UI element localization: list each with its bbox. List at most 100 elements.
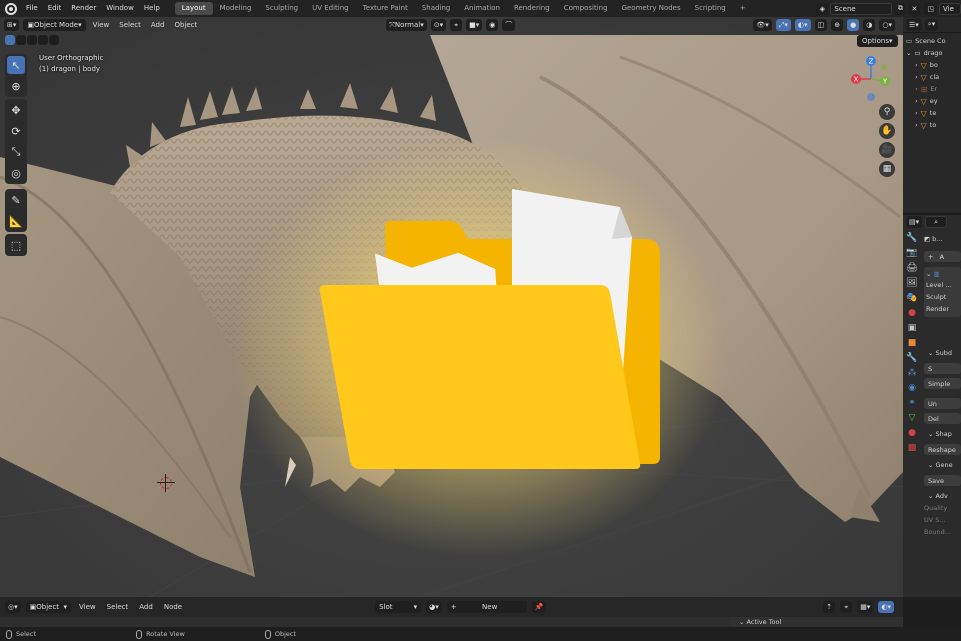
gizmo-toggle-icon[interactable]: ⤢▾ [775, 19, 791, 31]
scene-tab-icon[interactable]: 🎭 [906, 293, 917, 303]
outliner-row[interactable]: ⌄ ▭ drago [906, 47, 958, 59]
physics-tab-icon[interactable]: ◉ [908, 383, 916, 393]
material-tab-icon[interactable]: ● [908, 428, 916, 438]
view-layer-icon[interactable]: ◳ [924, 2, 937, 15]
select-subtract-icon[interactable] [27, 35, 37, 45]
transform-tool-icon[interactable]: ◎ [7, 164, 25, 182]
menu-object[interactable]: Object [171, 21, 200, 29]
menu-help[interactable]: Help [139, 0, 165, 17]
tab-sculpting[interactable]: Sculpting [258, 2, 305, 15]
tab-shading[interactable]: Shading [415, 2, 457, 15]
tab-geometry-nodes[interactable]: Geometry Nodes [615, 2, 688, 15]
new-scene-icon[interactable]: ⧉ [894, 2, 907, 15]
menu-file[interactable]: File [21, 0, 43, 17]
add-modifier-button[interactable]: + A [924, 251, 961, 262]
advanced-panel-header[interactable]: ⌄ Adv [924, 490, 961, 502]
generate-panel-header[interactable]: ⌄ Gene [924, 459, 961, 471]
reshape-button[interactable]: Reshape [924, 444, 961, 455]
pin-icon[interactable]: 📌 [531, 601, 547, 613]
outliner-row[interactable]: › ▽ bo [906, 59, 958, 71]
delete-higher-button[interactable]: Del [924, 413, 961, 424]
select-invert-icon[interactable] [38, 35, 48, 45]
cursor-tool-icon[interactable]: ⊕ [7, 77, 25, 95]
3d-cursor-icon[interactable] [157, 474, 175, 492]
outliner-row[interactable]: › ▽ to [906, 119, 958, 131]
unsubdivide-button[interactable]: Un [924, 398, 961, 409]
new-material-button[interactable]: + New [446, 601, 527, 613]
menu-add[interactable]: Add [148, 21, 168, 29]
properties-search-icon[interactable]: ⌕ [925, 216, 948, 228]
material-shading-icon[interactable]: ◑ [863, 19, 876, 31]
pivot-point-icon[interactable]: ⊙▾ [430, 19, 447, 31]
tab-compositing[interactable]: Compositing [557, 2, 615, 15]
node-menu-node[interactable]: Node [161, 603, 185, 611]
rotate-tool-icon[interactable]: ⟳ [7, 122, 25, 140]
properties-editor-icon[interactable]: ▤▾ [906, 216, 923, 228]
select-extend-icon[interactable] [16, 35, 26, 45]
outliner-row[interactable]: › ⊞ Er [906, 83, 958, 95]
node-snap-target-icon[interactable]: ▦▾ [857, 601, 874, 613]
tab-modeling[interactable]: Modeling [213, 2, 259, 15]
editor-type-icon[interactable]: ⊞▾ [4, 19, 20, 31]
render-tab-icon[interactable]: 📷 [906, 248, 917, 258]
node-menu-view[interactable]: View [76, 603, 99, 611]
options-button[interactable]: Options ▾ [857, 35, 898, 47]
tab-texture-paint[interactable]: Texture Paint [356, 2, 415, 15]
collection-tab-icon[interactable]: ▣ [908, 323, 917, 333]
outliner-filter-icon[interactable]: ⌕▾ [924, 18, 939, 31]
modifier-tab-icon[interactable]: 🔧 [906, 353, 917, 363]
visibility-icon[interactable]: 👁▾ [753, 19, 772, 31]
object-tab-icon[interactable]: ■ [908, 338, 917, 348]
add-workspace-button[interactable]: + [733, 2, 753, 15]
node-menu-add[interactable]: Add [136, 603, 156, 611]
select-box-icon[interactable]: ↖ [7, 56, 25, 74]
snap-node-icon[interactable]: ⌖ [840, 601, 853, 613]
mode-selector[interactable]: ▣ Object Mode ▾ [23, 19, 86, 31]
save-button[interactable]: Save [924, 475, 961, 486]
subdivision-panel-header[interactable]: ⌄ Subd [924, 347, 961, 359]
menu-select[interactable]: Select [116, 21, 144, 29]
3d-viewport[interactable] [0, 17, 903, 597]
outliner-row[interactable]: › ▽ ey [906, 95, 958, 107]
outliner-row[interactable]: › ▽ te [906, 107, 958, 119]
scale-tool-icon[interactable]: ⤡ [7, 143, 25, 161]
xray-icon[interactable]: ◫ [814, 19, 828, 31]
world-tab-icon[interactable]: ● [908, 308, 916, 318]
falloff-icon[interactable]: ⌒ [502, 19, 516, 31]
slot-selector[interactable]: Slot ▾ [375, 601, 422, 613]
outliner-editor-icon[interactable]: ☰▾ [906, 18, 922, 31]
menu-render[interactable]: Render [66, 0, 101, 17]
subdivide-button[interactable]: S [924, 363, 961, 374]
tab-scripting[interactable]: Scripting [688, 2, 733, 15]
rendered-shading-icon[interactable]: ○▾ [879, 19, 895, 31]
camera-view-icon[interactable]: 🎥 [879, 142, 895, 158]
constraints-tab-icon[interactable]: ⚭ [908, 398, 916, 408]
menu-edit[interactable]: Edit [43, 0, 67, 17]
solid-shading-icon[interactable]: ● [847, 19, 860, 31]
shader-editor-type-icon[interactable]: ◎▾ [5, 601, 21, 613]
modifier-header[interactable]: ⌄ ▥ [926, 269, 959, 279]
select-new-icon[interactable] [5, 35, 15, 45]
node-menu-select[interactable]: Select [104, 603, 132, 611]
shape-panel-header[interactable]: ⌄ Shap [924, 428, 961, 440]
output-tab-icon[interactable]: 🖨 [906, 263, 917, 273]
snap-target-icon[interactable]: ■▾ [466, 19, 483, 31]
shader-type-selector[interactable]: ▣ Object ▾ [25, 601, 72, 613]
overlay-toggle-icon[interactable]: ◐▾ [794, 19, 811, 31]
blender-logo-icon[interactable] [5, 2, 17, 15]
wireframe-shading-icon[interactable]: ⊕ [831, 19, 844, 31]
data-tab-icon[interactable]: ▽ [909, 413, 916, 423]
texture-tab-icon[interactable]: ▩ [908, 443, 917, 453]
transform-orientation-selector[interactable]: ⤧ Normal ▾ [386, 19, 427, 31]
view-layer-selector[interactable]: Vie [939, 2, 961, 15]
active-tool-panel[interactable]: ⌄ Active Tool [731, 617, 903, 627]
simple-button[interactable]: Simple [924, 378, 961, 389]
tab-rendering[interactable]: Rendering [507, 2, 557, 15]
move-tool-icon[interactable]: ✥ [7, 101, 25, 119]
object-name-field[interactable]: b... [932, 235, 942, 243]
snap-icon[interactable]: ⌖ [450, 19, 463, 31]
measure-tool-icon[interactable]: 📐 [7, 212, 25, 230]
menu-view[interactable]: View [90, 21, 113, 29]
view-layer-tab-icon[interactable]: 🖼 [906, 278, 917, 288]
tab-layout[interactable]: Layout [174, 2, 213, 15]
